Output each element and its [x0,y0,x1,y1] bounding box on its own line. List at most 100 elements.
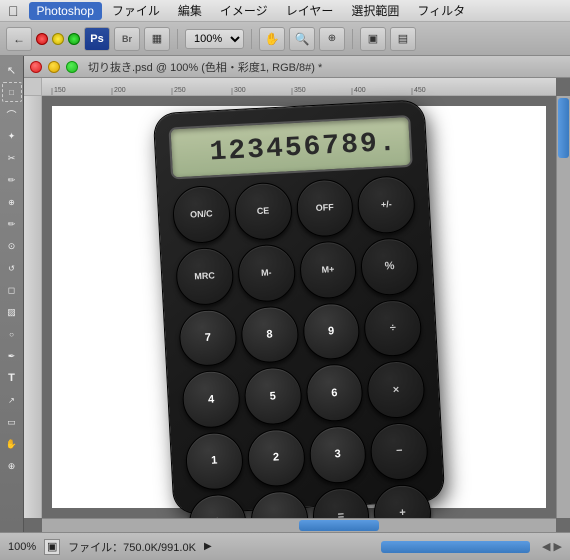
doc-close-btn[interactable] [30,61,42,73]
calc-btn-6[interactable]: 6 [305,363,365,423]
main-area: ↖ □ ⌒ ✦ ✂ ✏ ⊕ ✏ ⊙ ↺ ◻ ▨ ○ ✒ T ↗ ▭ ✋ ⊕ 切り… [0,56,570,532]
canvas-area: 150 200 250 300 350 400 450 [24,78,570,532]
calc-btn-mplus[interactable]: M+ [298,240,358,300]
toolbar-arrow[interactable]: ← [6,27,32,51]
calc-row-4: 4 5 6 × [181,360,426,429]
tool-history[interactable]: ↺ [2,258,22,278]
tool-shape[interactable]: ▭ [2,412,22,432]
calc-btn-off[interactable]: OFF [295,178,355,238]
menu-layer[interactable]: レイヤー [278,0,342,21]
scrollbar-vertical[interactable] [556,96,570,518]
ruler-top: 150 200 250 300 350 400 450 [42,78,556,96]
tool-arrow[interactable]: ↖ [2,60,22,80]
calc-btn-2[interactable]: 2 [246,428,306,488]
tool-clone[interactable]: ⊙ [2,236,22,256]
tool-hand[interactable]: ✋ [2,434,22,454]
tool-pen[interactable]: ✒ [2,346,22,366]
tool-crop[interactable]: ✂ [2,148,22,168]
zoom-select[interactable]: 100% 50% 200% [185,29,244,49]
toolbar-layout1[interactable]: ▣ [360,27,386,51]
toolbar-eyedrop[interactable]: ⊕ [319,27,345,51]
status-progress-bar [381,541,530,553]
toolbar-sep1 [177,29,178,49]
calc-btn-5[interactable]: 5 [243,366,303,426]
calc-btn-percent[interactable]: % [360,237,420,297]
calc-btn-mrc[interactable]: MRC [175,246,235,306]
document-container: 切り抜き.psd @ 100% (色相・彩度1, RGB/8#) * 150 2… [24,56,570,532]
calc-display: 123456789. [168,115,412,180]
tool-heal[interactable]: ⊕ [2,192,22,212]
svg-text:150: 150 [54,87,66,94]
statusbar: 100% ▣ ファイル：750.0K/991.0K ▶ ◀ ▶ [0,532,570,560]
tool-lasso[interactable]: ⌒ [2,104,22,124]
toolbar-minimize[interactable] [52,33,64,45]
tool-magic-wand[interactable]: ✦ [2,126,22,146]
menu-file[interactable]: ファイル [104,0,168,21]
status-nav-arrows[interactable]: ◀ ▶ [542,540,562,553]
calc-btn-1[interactable]: 1 [184,431,244,491]
svg-text:200: 200 [114,87,126,94]
tool-path[interactable]: ↗ [2,390,22,410]
calculator-image: 123456789. ON/C CE OFF +/- MRC [154,100,445,514]
white-canvas: 123456789. ON/C CE OFF +/- MRC [52,106,546,508]
zoom-level: 100% [8,541,36,553]
calc-btn-onc[interactable]: ON/C [172,185,232,245]
calc-btn-minus[interactable]: − [369,422,429,482]
scrollbar-horizontal[interactable] [42,518,556,532]
calc-buttons: ON/C CE OFF +/- MRC M- M+ % [172,175,433,532]
tool-text[interactable]: T [2,368,22,388]
calc-btn-7[interactable]: 7 [178,308,238,368]
menu-filter[interactable]: フィルタ [409,0,473,21]
calc-btn-mminus[interactable]: M- [236,243,296,303]
toolbar-sep3 [352,29,353,49]
calc-btn-ce[interactable]: CE [233,181,293,241]
calc-btn-9[interactable]: 9 [301,301,361,361]
calc-btn-8[interactable]: 8 [240,305,300,365]
tool-eyedropper[interactable]: ✏ [2,170,22,190]
calc-row-5: 1 2 3 − [184,422,429,491]
tool-brush[interactable]: ✏ [2,214,22,234]
toolbar: ← Ps Br ▦ 100% 50% 200% ✋ 🔍 ⊕ ▣ ▤ [0,22,570,56]
calc-btn-plusminus[interactable]: +/- [357,175,417,235]
menu-edit[interactable]: 編集 [170,0,210,21]
calc-btn-multiply[interactable]: × [366,360,426,420]
toolbar-hand[interactable]: ✋ [259,27,285,51]
menu-photoshop[interactable]: Photoshop [29,2,102,20]
display-value: 123456789. [209,127,398,168]
toolbar-filmstrip[interactable]: ▦ [144,27,170,51]
menu-image[interactable]: イメージ [212,0,276,21]
tool-dodge[interactable]: ○ [2,324,22,344]
scroll-thumb-vertical[interactable] [558,98,569,158]
calc-row-3: 7 8 9 ÷ [178,298,423,367]
document-titlebar: 切り抜き.psd @ 100% (色相・彩度1, RGB/8#) * [24,56,570,78]
toolbar-close[interactable] [36,33,48,45]
toolbar-maximize[interactable] [68,33,80,45]
toolbar-layout2[interactable]: ▤ [390,27,416,51]
apple-logo[interactable]:  [8,3,19,19]
toolbox: ↖ □ ⌒ ✦ ✂ ✏ ⊕ ✏ ⊙ ↺ ◻ ▨ ○ ✒ T ↗ ▭ ✋ ⊕ [0,56,24,532]
toolbar-sep2 [251,29,252,49]
calc-btn-divide[interactable]: ÷ [363,298,423,358]
status-icon[interactable]: ▣ [44,539,60,555]
scroll-thumb-horizontal[interactable] [299,520,379,531]
doc-minimize-btn[interactable] [48,61,60,73]
calc-btn-4[interactable]: 4 [181,370,241,430]
tool-eraser[interactable]: ◻ [2,280,22,300]
svg-text:400: 400 [354,87,366,94]
doc-zoom-btn[interactable] [66,61,78,73]
toolbar-zoom[interactable]: 🔍 [289,27,315,51]
status-arrow[interactable]: ▶ [204,541,212,552]
toolbar-ps-icon[interactable]: Ps [84,27,110,51]
ruler-left [24,96,42,518]
menu-select[interactable]: 選択範囲 [343,0,407,21]
tool-gradient[interactable]: ▨ [2,302,22,322]
tool-marquee[interactable]: □ [2,82,22,102]
calc-row-2: MRC M- M+ % [175,237,420,306]
svg-text:250: 250 [174,87,186,94]
menu-bar:  Photoshop ファイル 編集 イメージ レイヤー 選択範囲 フィルタ [0,0,570,22]
calc-btn-3[interactable]: 3 [308,425,368,485]
file-info: ファイル：750.0K/991.0K [68,539,196,555]
document-title: 切り抜き.psd @ 100% (色相・彩度1, RGB/8#) * [88,59,322,75]
toolbar-br-icon[interactable]: Br [114,27,140,51]
tool-zoom-tool[interactable]: ⊕ [2,456,22,476]
